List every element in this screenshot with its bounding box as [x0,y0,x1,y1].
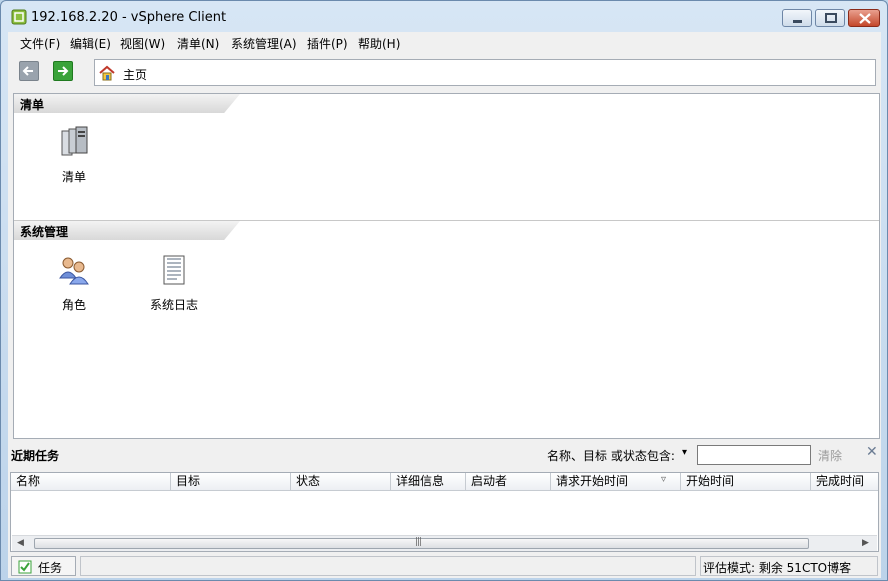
home-icon [99,65,115,81]
sort-indicator-icon: ▿ [661,474,667,485]
home-content-panel: 清单 清单 系统管理 角色 系统日志 [13,93,880,439]
tasks-toggle-button[interactable]: 任务 [11,556,76,576]
menu-view[interactable]: 视图(W) [120,35,165,52]
arrow-right-icon [58,66,69,76]
menu-help[interactable]: 帮助(H) [358,35,400,52]
address-bar[interactable]: 主页 [94,59,876,86]
task-filter-input[interactable] [697,445,811,465]
minimize-button[interactable] [782,9,812,27]
column-header-details[interactable]: 详细信息 [391,473,466,491]
section-header-administration: 系统管理 [14,220,879,240]
evaluation-text: 评估模式: 剩余 51CTO博客 [703,561,852,575]
menu-plugins[interactable]: 插件(P) [307,35,348,52]
close-tasks-icon[interactable]: ✕ [866,444,878,460]
title-bar[interactable]: 192.168.2.20 - vSphere Client [1,1,887,33]
column-header-start-time[interactable]: 开始时间 [681,473,811,491]
filter-dropdown-icon[interactable]: ▾ [682,447,687,458]
server-inventory-icon [61,126,88,156]
tile-label: 清单 [61,170,86,184]
menu-edit[interactable]: 编辑(E) [70,35,111,52]
menu-inventory[interactable]: 清单(N) [177,35,219,52]
menu-administration[interactable]: 系统管理(A) [231,35,297,52]
window-title: 192.168.2.20 - vSphere Client [31,10,227,25]
recent-tasks-table: 名称 目标 状态 详细信息 启动者 请求开始时间 ▿ 开始时间 完成时间 ◀ |… [10,472,879,552]
roles-users-icon [59,257,89,285]
recent-tasks-bar: 近期任务 名称、目标 或状态包含: ▾ 清除 ✕ [8,441,881,471]
forward-button[interactable] [53,61,73,81]
close-window-button[interactable] [848,9,880,27]
scroll-left-icon[interactable]: ◀ [17,538,24,548]
column-header-complete-time[interactable]: 完成时间 [811,473,878,491]
menu-file[interactable]: 文件(F) [20,35,60,52]
column-header-status[interactable]: 状态 [291,473,391,491]
tile-label: 角色 [61,298,86,312]
grip-icon: ||| [415,537,422,547]
evaluation-mode-status: 评估模式: 剩余 51CTO博客 [700,556,878,576]
vsphere-app-icon [11,9,27,25]
address-text: 主页 [123,68,148,82]
section-tab-bg [14,94,240,113]
horizontal-scrollbar[interactable]: ◀ ||| ▶ [12,535,877,551]
recent-tasks-title: 近期任务 [11,449,60,463]
tasks-label: 任务 [38,561,63,575]
maximize-icon [825,13,837,23]
column-header-name[interactable]: 名称 [11,473,171,491]
column-header-target[interactable]: 目标 [171,473,291,491]
status-bar: 任务 评估模式: 剩余 51CTO博客 [8,554,881,578]
vsphere-client-window: 192.168.2.20 - vSphere Client 文件(F) 编辑(E… [0,0,888,581]
status-message-area [80,556,696,576]
maximize-button[interactable] [815,9,845,27]
tile-label: 系统日志 [149,298,198,312]
system-log-icon [163,255,185,285]
scroll-right-icon[interactable]: ▶ [862,538,869,548]
section-title-administration: 系统管理 [20,225,69,239]
close-icon [859,13,871,24]
back-button[interactable] [19,61,39,81]
column-header-initiator[interactable]: 启动者 [466,473,551,491]
clear-filter-button[interactable]: 清除 [818,447,842,464]
minimize-icon [793,20,802,23]
scroll-thumb[interactable]: ||| [34,537,809,549]
section-title-inventory: 清单 [20,98,45,112]
tile-inventory[interactable]: 清单 [34,126,114,196]
section-divider [14,220,879,221]
tile-roles[interactable]: 角色 [34,254,114,324]
tasks-icon [18,560,32,574]
section-header-inventory: 清单 [14,94,879,114]
navigation-toolbar: 主页 [8,56,881,90]
menu-bar: 文件(F) 编辑(E) 视图(W) 清单(N) 系统管理(A) 插件(P) 帮助… [8,32,881,54]
filter-label: 名称、目标 或状态包含: [547,449,675,463]
client-area: 文件(F) 编辑(E) 视图(W) 清单(N) 系统管理(A) 插件(P) 帮助… [8,32,881,578]
tile-system-log[interactable]: 系统日志 [134,254,214,324]
table-header-row: 名称 目标 状态 详细信息 启动者 请求开始时间 ▿ 开始时间 完成时间 [11,473,878,491]
arrow-left-icon [22,66,33,76]
